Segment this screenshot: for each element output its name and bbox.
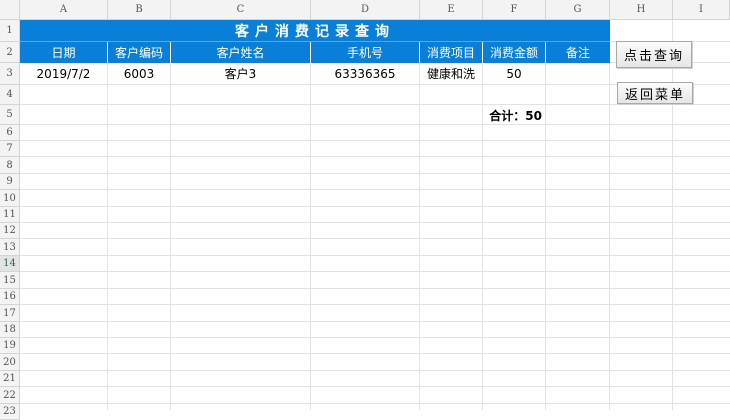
row-header[interactable]: 15 [0, 272, 20, 289]
row-header[interactable]: 21 [0, 371, 20, 387]
spreadsheet[interactable]: A B C D E F G H I 1 2 3 4 5 6 7 8 9 10 1… [0, 0, 730, 420]
grid-line [20, 124, 730, 125]
row-header[interactable]: 6 [0, 125, 20, 141]
header-amount: 消费金额 [483, 42, 546, 63]
grid-line [20, 173, 730, 174]
cell-code[interactable]: 6003 [108, 63, 171, 85]
back-to-menu-button[interactable]: 返回菜单 [617, 82, 693, 104]
column-header-e[interactable]: E [420, 0, 483, 20]
total-amount[interactable]: 合计：50 [483, 105, 546, 125]
column-header-f[interactable]: F [483, 0, 546, 20]
cell-note[interactable] [546, 63, 610, 85]
row-header[interactable]: 22 [0, 387, 20, 404]
grid-line [20, 304, 730, 305]
column-header-b[interactable]: B [108, 0, 171, 20]
row-header-selected[interactable]: 14 [0, 256, 20, 272]
cell-phone[interactable]: 63336365 [311, 63, 420, 85]
column-header-h[interactable]: H [610, 0, 673, 20]
row-header[interactable]: 16 [0, 289, 20, 305]
row-header[interactable]: 8 [0, 157, 20, 174]
row-header[interactable]: 19 [0, 338, 20, 354]
grid-line [20, 288, 730, 289]
column-header-g[interactable]: G [546, 0, 610, 20]
row-header[interactable]: 7 [0, 141, 20, 157]
column-header-d[interactable]: D [311, 0, 420, 20]
grid-line [20, 104, 730, 105]
row-header[interactable]: 17 [0, 305, 20, 322]
query-button[interactable]: 点击查询 [616, 41, 692, 68]
grid-line [20, 140, 730, 141]
column-header-i[interactable]: I [673, 0, 730, 20]
row-header[interactable]: 5 [0, 105, 20, 125]
row-header[interactable]: 20 [0, 354, 20, 371]
header-name: 客户姓名 [171, 42, 311, 63]
header-phone: 手机号 [311, 42, 420, 63]
grid-line [20, 386, 730, 387]
grid-line [20, 271, 730, 272]
cell-name[interactable]: 客户3 [171, 63, 311, 85]
grid-line [20, 156, 730, 157]
grid-line [20, 238, 730, 239]
grid-line [672, 20, 673, 410]
grid-line [20, 255, 730, 256]
column-header-c[interactable]: C [171, 0, 311, 20]
grid-line [20, 403, 730, 404]
cell-item[interactable]: 健康和洗 [420, 63, 483, 85]
grid-line [20, 222, 730, 223]
row-header[interactable]: 11 [0, 207, 20, 223]
grid-line [20, 206, 730, 207]
row-header[interactable]: 4 [0, 85, 20, 105]
header-date: 日期 [20, 42, 108, 63]
grid-line [20, 321, 730, 322]
row-header[interactable]: 12 [0, 223, 20, 239]
header-code: 客户编码 [108, 42, 171, 63]
cell-date[interactable]: 2019/7/2 [20, 63, 108, 85]
row-header[interactable]: 23 [0, 404, 20, 420]
grid-line [20, 189, 730, 190]
header-item: 消费项目 [420, 42, 483, 63]
row-header[interactable]: 18 [0, 322, 20, 338]
header-note: 备注 [546, 42, 610, 63]
report-title: 客户消费记录查询 [20, 20, 610, 42]
cell-amount[interactable]: 50 [483, 63, 546, 85]
grid-line [20, 370, 730, 371]
row-header[interactable]: 2 [0, 42, 20, 63]
grid-line [20, 337, 730, 338]
row-header[interactable]: 10 [0, 190, 20, 207]
column-header-a[interactable]: A [20, 0, 108, 20]
select-all-corner[interactable] [0, 0, 20, 20]
row-header[interactable]: 3 [0, 63, 20, 85]
grid-line [20, 353, 730, 354]
row-header[interactable]: 9 [0, 174, 20, 190]
row-header[interactable]: 1 [0, 20, 20, 42]
row-header[interactable]: 13 [0, 239, 20, 256]
